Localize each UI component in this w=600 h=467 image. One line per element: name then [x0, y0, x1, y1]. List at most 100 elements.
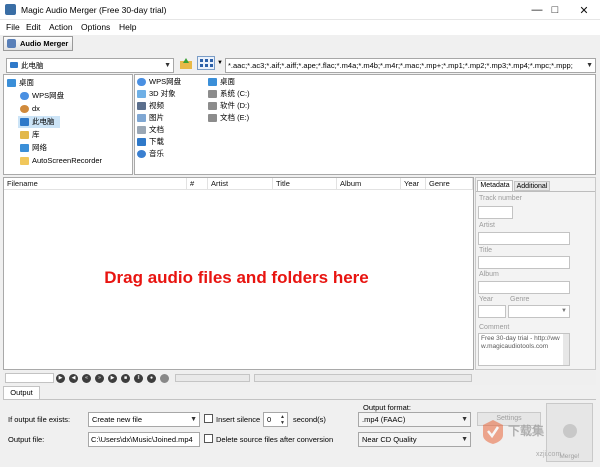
year-field[interactable] [478, 305, 506, 318]
drive-item[interactable]: 系统 (C:) [208, 88, 250, 100]
close-button[interactable]: ✕ [566, 0, 600, 20]
artist-field[interactable] [478, 232, 570, 245]
tree-item-wps[interactable]: WPS网盘 [20, 90, 64, 102]
tree-item-desktop[interactable]: 桌面 [7, 77, 34, 89]
column-filename[interactable]: Filename [4, 178, 187, 190]
title-bar: Magic Audio Merger (Free 30-day trial) —… [0, 0, 600, 20]
pictures-icon [137, 114, 146, 122]
output-file-value: C:\Users\dx\Music\Joined.mp4 [91, 435, 193, 444]
drive-item[interactable]: 桌面 [208, 76, 235, 88]
silence-stepper[interactable]: 0 ▲ ▼ [263, 412, 288, 427]
folder-label: 文档 [149, 125, 164, 134]
fast-forward-icon[interactable]: » [95, 374, 104, 383]
volume-slider[interactable] [175, 374, 250, 382]
rewind-icon[interactable]: « [82, 374, 91, 383]
column-title[interactable]: Title [273, 178, 337, 190]
metadata-panel: Metadata Additional Track number Artist … [475, 177, 596, 370]
tree-item-network[interactable]: 网络 [20, 142, 47, 154]
tree-item-dx[interactable]: dx [20, 103, 40, 115]
tree-label: 库 [32, 130, 40, 139]
watermark-url: xzji.com [536, 451, 562, 458]
tab-metadata[interactable]: Metadata [477, 180, 513, 191]
up-folder-icon[interactable] [179, 56, 193, 70]
location-value: 此电脑 [21, 61, 44, 70]
folder-label: 视频 [149, 101, 164, 110]
stop-icon[interactable]: ■ [121, 374, 130, 383]
folder-item[interactable]: WPS网盘 [137, 76, 181, 88]
menu-help[interactable]: Help [116, 21, 139, 33]
folder-item[interactable]: 图片 [137, 112, 164, 124]
play-icon[interactable]: ▶ [56, 374, 65, 383]
file-filter-value: *.aac;*.ac3;*.aif;*.aiff;*.ape;*.flac;*.… [228, 61, 573, 70]
file-filter-combo[interactable]: *.aac;*.ac3;*.aif;*.aiff;*.ape;*.flac;*.… [225, 58, 596, 73]
delete-source-checkbox[interactable] [204, 434, 213, 443]
3d-objects-icon [137, 90, 146, 98]
player-bar: ▶ ◀ « » ▶ ■ ‖ ● [3, 371, 596, 385]
comment-field[interactable]: Free 30-day trial - http://www.magicaudi… [478, 333, 570, 366]
insert-silence-checkbox[interactable] [204, 414, 213, 423]
menu-action[interactable]: Action [46, 21, 76, 33]
comment-scrollbar[interactable] [563, 334, 569, 365]
folder-item[interactable]: 音乐 [137, 148, 164, 160]
folder-label: 3D 对象 [149, 89, 176, 98]
view-dropdown-icon[interactable]: ▼ [217, 60, 223, 66]
tree-item-library[interactable]: 库 [20, 129, 40, 141]
tree-label: dx [32, 104, 40, 113]
tree-item-autoscreenrecorder[interactable]: AutoScreenRecorder [20, 155, 102, 167]
time-display [5, 373, 54, 383]
column-year[interactable]: Year [401, 178, 426, 190]
desktop-icon [7, 79, 16, 87]
menu-options[interactable]: Options [78, 21, 113, 33]
drive-label: 软件 (D:) [220, 101, 250, 110]
location-combo[interactable]: 此电脑 ▼ [6, 58, 174, 73]
chevron-down-icon: ▼ [586, 62, 593, 69]
column-album[interactable]: Album [337, 178, 401, 190]
music-icon [137, 150, 146, 158]
comment-text: Free 30-day trial - http://www.magicaudi… [481, 335, 560, 350]
title-field[interactable] [478, 256, 570, 269]
silence-value: 0 [267, 415, 272, 424]
previous-icon[interactable]: ◀ [69, 374, 78, 383]
tree-label: WPS网盘 [32, 91, 65, 100]
exists-select[interactable]: Create new file ▼ [88, 412, 200, 427]
audio-merger-tab[interactable]: Audio Merger [3, 36, 74, 51]
volume-icon[interactable] [160, 374, 169, 383]
menu-edit[interactable]: Edit [23, 21, 44, 33]
drive-item[interactable]: 软件 (D:) [208, 100, 250, 112]
column-header-row: Filename # Artist Title Album Year Genre [4, 178, 473, 190]
genre-select[interactable]: ▼ [508, 305, 570, 318]
tree-item-this-pc[interactable]: 此电脑 [18, 116, 60, 128]
drag-drop-hint: Drag audio files and folders here [104, 268, 369, 287]
track-number-field[interactable] [478, 206, 513, 219]
column-track[interactable]: # [187, 178, 208, 190]
column-genre[interactable]: Genre [426, 178, 473, 190]
next-icon[interactable]: ▶ [108, 374, 117, 383]
folder-item[interactable]: 3D 对象 [137, 88, 176, 100]
exists-value: Create new file [92, 415, 143, 424]
output-file-label: Output file: [8, 435, 45, 444]
chevron-down-icon: ▼ [190, 416, 197, 423]
tab-output[interactable]: Output [3, 386, 40, 399]
record-icon[interactable]: ● [147, 374, 156, 383]
tree-label: 此电脑 [32, 117, 55, 126]
tab-additional[interactable]: Additional [514, 181, 550, 191]
view-mode-button[interactable] [197, 56, 215, 70]
folder-item[interactable]: 下载 [137, 136, 164, 148]
menu-file[interactable]: File [3, 21, 23, 33]
folder-item[interactable]: 文档 [137, 124, 164, 136]
stepper-arrows-icon: ▲ ▼ [280, 414, 285, 426]
genre-label: Genre [510, 296, 530, 303]
column-artist[interactable]: Artist [208, 178, 273, 190]
folder-item[interactable]: 视频 [137, 100, 164, 112]
position-slider[interactable] [254, 374, 472, 382]
drive-item[interactable]: 文档 (E:) [208, 112, 249, 124]
output-format-select[interactable]: .mp4 (FAAC) ▼ [358, 412, 471, 427]
quality-select[interactable]: Near CD Quality ▼ [358, 432, 471, 447]
download-icon [137, 138, 146, 146]
output-file-field[interactable]: C:\Users\dx\Music\Joined.mp4 [88, 432, 200, 447]
output-format-value: .mp4 (FAAC) [362, 415, 406, 424]
pause-icon[interactable]: ‖ [134, 374, 143, 383]
album-field[interactable] [478, 281, 570, 294]
computer-icon [20, 118, 29, 126]
drive-label: 文档 (E:) [220, 113, 250, 122]
